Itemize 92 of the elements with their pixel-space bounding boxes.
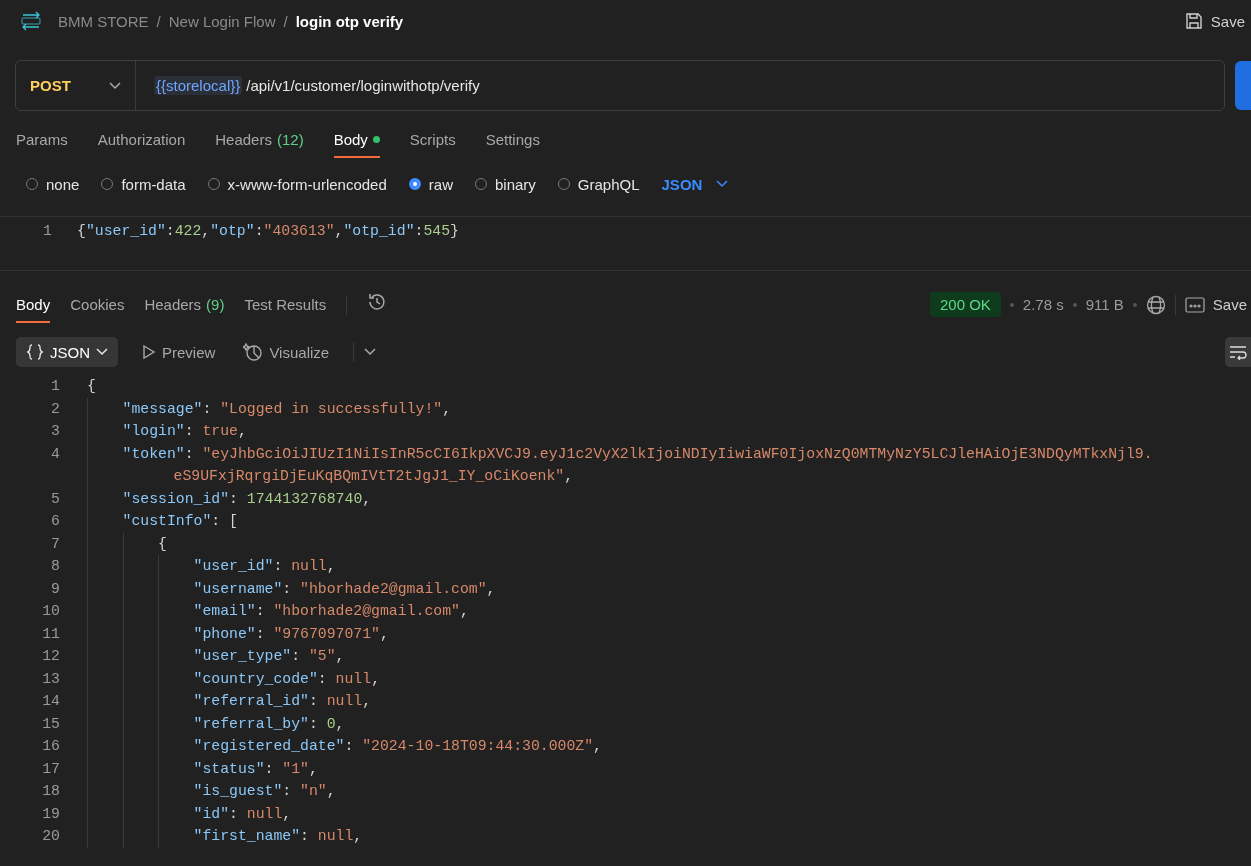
method-dropdown[interactable]: POST [16, 61, 136, 110]
variable-tag: {{storelocal}} [154, 76, 243, 95]
code-line: "user_id": null, [193, 558, 336, 575]
line-number: 18 [41, 783, 60, 800]
line-number: 2 [50, 400, 60, 417]
line-number: 20 [41, 828, 60, 845]
code-line: "registered_date": "2024-10-18T09:44:30.000Z", [193, 738, 602, 755]
line-number: 19 [41, 805, 60, 822]
code-line: "custInfo": [ [122, 513, 238, 530]
save-button[interactable]: Save [1184, 8, 1245, 34]
view-mode-button[interactable]: JSON [16, 337, 118, 367]
body-type-radio[interactable]: binary [474, 175, 536, 193]
request-tab[interactable]: Settings [485, 131, 540, 158]
http-icon [20, 11, 42, 31]
body-type-radio[interactable]: GraphQL [557, 175, 640, 193]
request-tab[interactable]: Authorization [97, 131, 186, 158]
body-type-radio[interactable]: x-www-form-urlencoded [207, 175, 387, 193]
code-line: eS9UFxjRqrgiDjEuKqBQmIVtT2tJgJ1_IY_oCiKoenk", [173, 468, 574, 485]
code-line: { [158, 535, 167, 552]
line-number: 3 [50, 423, 60, 440]
response-tab[interactable]: Cookies [70, 296, 125, 323]
request-tab[interactable]: Scripts [409, 131, 456, 158]
line-number: 1 [42, 223, 52, 240]
request-title: login otp verify [295, 12, 404, 30]
code-line: "user_type": "5", [193, 648, 345, 665]
code-line: "session_id": 1744132768740, [122, 490, 372, 507]
url-path: /api/v1/customer/loginwithotp/verify [246, 77, 480, 94]
line-number: 14 [41, 693, 60, 710]
code-line: "token": "eyJhbGciOiJIUzI1NiIsInR5cCI6IkpXVCJ9.eyJ1c2VyX2lkIjoiNDIyIiwiaWF0IjoxNzQ0MTMyNzY5LCJleHAiOjE3NDQyMTkxNjl9. [122, 445, 1153, 462]
braces-icon [26, 343, 44, 361]
breadcrumb-link[interactable]: New Login Flow [168, 12, 276, 30]
body-type-radio[interactable]: raw [408, 175, 453, 193]
line-number: 8 [50, 558, 60, 575]
code-line: "is_guest": "n", [193, 783, 336, 800]
line-number: 4 [50, 445, 60, 462]
line-number: 13 [41, 670, 60, 687]
play-icon [142, 344, 156, 360]
code-line: "login": true, [122, 423, 247, 440]
code-line: "message": "Logged in successfully!", [122, 400, 452, 417]
line-number: 12 [41, 648, 60, 665]
save-example-button[interactable]: Save [1184, 292, 1247, 317]
line-number: 1 [50, 378, 60, 395]
chart-wand-icon [243, 342, 264, 362]
response-tab[interactable]: Headers (9) [144, 296, 225, 323]
example-icon [1184, 296, 1205, 313]
code-line: "username": "hborhade2@gmail.com", [193, 580, 496, 597]
code-line: "email": "hborhade2@gmail.com", [193, 603, 469, 620]
save-icon [1184, 12, 1203, 30]
code-line: "first_name": null, [193, 828, 363, 845]
response-tab[interactable]: Body [16, 296, 51, 323]
chevron-down-icon [109, 81, 121, 90]
code-line: {"user_id":422,"otp":"403613","otp_id":545} [77, 223, 459, 240]
line-number: 9 [50, 580, 60, 597]
line-number: 7 [50, 535, 60, 552]
history-icon[interactable] [367, 291, 388, 312]
line-number: 10 [41, 603, 60, 620]
breadcrumb-separator: / [156, 12, 161, 30]
view-mode-button[interactable]: Preview [138, 337, 220, 367]
chevron-down-icon [96, 348, 108, 356]
request-body-editor[interactable]: 1 {"user_id":422,"otp":"403613","otp_id":545} [0, 216, 1251, 271]
breadcrumb-link[interactable]: BMM STORE [58, 12, 149, 30]
code-line: "referral_id": null, [193, 693, 372, 710]
body-type-radio[interactable]: none [26, 175, 80, 193]
body-type-radio[interactable]: form-data [101, 175, 186, 193]
code-line: "country_code": null, [193, 670, 380, 687]
wrap-button[interactable] [1225, 337, 1251, 367]
response-tab[interactable]: Test Results [244, 296, 327, 323]
response-time: 2.78 s [1022, 296, 1064, 313]
line-number: 6 [50, 513, 60, 530]
url-bar[interactable]: POST {{storelocal}} /api/v1/customer/loginwithotp/verify [15, 60, 1225, 111]
wrap-lines-icon [1229, 344, 1247, 360]
view-mode-button[interactable]: Visualize [239, 337, 334, 367]
line-number: 16 [41, 738, 60, 755]
chevron-down-icon [716, 180, 729, 188]
code-line: "status": "1", [193, 760, 318, 777]
chevron-down-icon[interactable] [364, 348, 377, 356]
request-tab[interactable]: Params [16, 131, 68, 158]
line-number: 5 [50, 490, 60, 507]
globe-icon[interactable] [1145, 294, 1166, 315]
code-line: "referral_by": 0, [193, 715, 345, 732]
line-number: 15 [41, 715, 60, 732]
code-line: "id": null, [193, 805, 292, 822]
line-number: 17 [41, 760, 60, 777]
code-line: { [87, 378, 96, 395]
request-tab[interactable]: Headers (12) [215, 131, 304, 158]
request-tab[interactable]: Body [333, 131, 380, 158]
breadcrumb-separator: / [283, 12, 288, 30]
format-dropdown[interactable]: JSON [661, 175, 729, 193]
line-number: 11 [41, 625, 60, 642]
status-badge: 200 OK [929, 292, 1001, 317]
response-size: 911 B [1085, 296, 1124, 313]
code-line: "phone": "9767097071", [193, 625, 389, 642]
